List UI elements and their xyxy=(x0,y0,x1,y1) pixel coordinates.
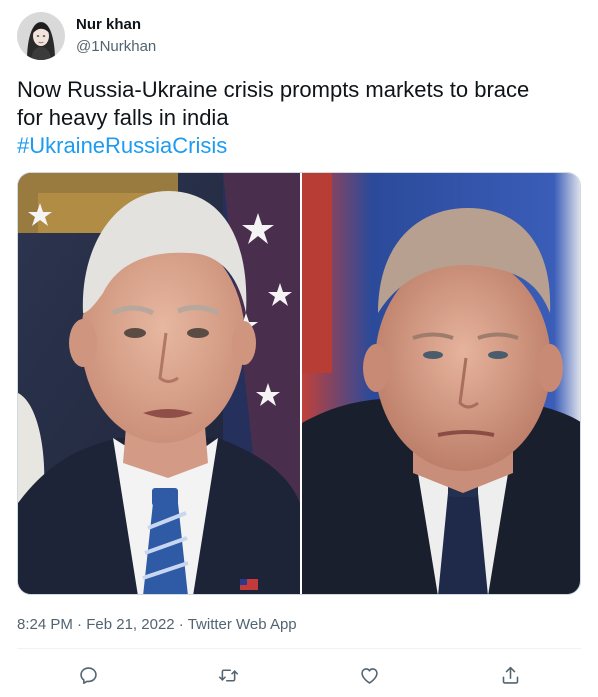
hashtag-link[interactable]: #UkraineRussiaCrisis xyxy=(17,132,577,160)
like-button[interactable] xyxy=(356,662,382,688)
left-photo xyxy=(18,173,300,594)
author-name[interactable]: Nur khan xyxy=(76,16,141,34)
media-image xyxy=(18,173,580,594)
tweet-time[interactable]: 8:24 PM xyxy=(17,616,73,633)
meta-separator: · xyxy=(72,616,87,633)
tweet-text: Now Russia-Ukraine crisis prompts market… xyxy=(17,76,577,160)
retweet-button[interactable] xyxy=(215,662,241,688)
heart-icon xyxy=(360,667,378,684)
tweet: Nur khan @1Nurkhan Now Russia-Ukraine cr… xyxy=(0,0,598,697)
divider xyxy=(17,648,581,649)
tweet-media[interactable] xyxy=(17,172,581,595)
share-button[interactable] xyxy=(497,662,523,688)
author-avatar[interactable] xyxy=(17,12,65,60)
right-photo xyxy=(302,173,580,594)
tweet-source[interactable]: Twitter Web App xyxy=(188,616,297,633)
share-icon xyxy=(502,666,518,684)
meta-separator: · xyxy=(174,616,188,633)
avatar-image xyxy=(17,12,65,60)
action-bar xyxy=(0,660,598,690)
author-handle[interactable]: @1Nurkhan xyxy=(76,38,156,56)
reply-icon xyxy=(79,666,97,684)
tweet-text-line-2: for heavy falls in india xyxy=(17,105,229,130)
tweet-text-line-1: Now Russia-Ukraine crisis prompts market… xyxy=(17,77,530,102)
tweet-date[interactable]: Feb 21, 2022 xyxy=(86,616,174,633)
tweet-meta: 8:24 PM · Feb 21, 2022 · Twitter Web App xyxy=(17,615,297,635)
retweet-icon xyxy=(218,668,238,682)
reply-button[interactable] xyxy=(75,662,101,688)
